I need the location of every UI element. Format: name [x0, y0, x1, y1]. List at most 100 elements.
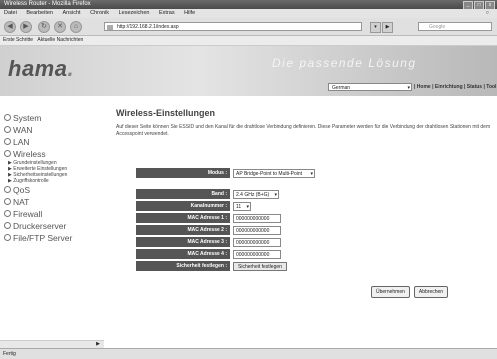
go-icon[interactable]: ▶	[382, 22, 393, 33]
sidebar-item-druckerserver[interactable]: Druckerserver	[4, 220, 104, 232]
window-title: Wireless Router - Mozilla Firefox	[4, 1, 91, 7]
menu-bar: Datei Bearbeiten Ansicht Chronik Lesezei…	[0, 9, 497, 18]
sidebar-item-label: QoS	[13, 185, 31, 195]
sidebar-item-fileftp[interactable]: File/FTP Server	[4, 232, 104, 244]
mode-value: AP Bridge-Point to Multi-Point	[236, 170, 303, 177]
menu-hilfe[interactable]: Hilfe	[184, 10, 195, 16]
window-titlebar: Wireless Router - Mozilla Firefox _ □ x	[0, 0, 497, 10]
logo-dot: .	[67, 56, 75, 81]
cancel-button[interactable]: Abbrechen	[413, 286, 449, 298]
mac1-input[interactable]: 000000000000	[233, 213, 281, 223]
navigation-toolbar: ◀ ▶ ↻ ✕ ⌂ http://192.168.2.1/index.asp ▾…	[0, 18, 497, 36]
menu-datei[interactable]: Datei	[4, 10, 17, 16]
page-title: Wireless-Einstellungen	[116, 108, 215, 118]
circle-icon	[4, 126, 11, 133]
page-description: Auf dieser Seite können Sie ESSID und de…	[116, 124, 491, 137]
form-row-mac1: MAC Adresse 1 : 000000000000	[136, 213, 315, 223]
bookmark-aktuelle-nachrichten[interactable]: Aktuelle Nachrichten	[37, 37, 83, 43]
chevron-down-icon: ▾	[407, 85, 410, 91]
apply-button[interactable]: Übernehmen	[371, 286, 410, 298]
circle-icon	[4, 150, 11, 157]
sidebar-item-lan[interactable]: LAN	[4, 136, 104, 148]
circle-icon	[4, 138, 11, 145]
circle-icon	[4, 186, 11, 193]
menu-extras[interactable]: Extras	[159, 10, 175, 16]
channel-select[interactable]: 11 ▾	[233, 201, 251, 211]
form-row-security: Sicherheit festlegen : Sicherheit festle…	[136, 261, 315, 271]
main-panel: Wireless-Einstellungen Auf dieser Seite …	[116, 108, 491, 138]
sidebar-item-qos[interactable]: QoS	[4, 184, 104, 196]
back-icon[interactable]: ◀	[4, 21, 16, 33]
channel-value: 11	[236, 203, 242, 210]
sidebar-item-label: System	[13, 113, 42, 123]
form-actions: Übernehmen Abbrechen	[371, 286, 449, 298]
chevron-down-icon: ▾	[246, 203, 249, 210]
menu-chronik[interactable]: Chronik	[90, 10, 109, 16]
circle-icon	[4, 234, 11, 241]
stop-icon[interactable]: ✕	[54, 21, 66, 33]
throbber-icon: ○	[485, 10, 489, 16]
form-row-mode: Modus : AP Bridge-Point to Multi-Point ▾	[136, 168, 315, 178]
language-select[interactable]: German ▾	[328, 83, 412, 91]
hama-logo: hama.	[8, 56, 74, 82]
reload-icon[interactable]: ↻	[38, 21, 50, 33]
band-value: 2.4 GHz (B+G)	[236, 191, 270, 198]
bookmark-erste-schritte[interactable]: Erste Schritte	[3, 37, 33, 43]
chevron-down-icon: ▾	[274, 191, 277, 198]
sidebar-item-nat[interactable]: NAT	[4, 196, 104, 208]
mac2-input[interactable]: 000000000000	[233, 225, 281, 235]
logo-text: hama	[8, 56, 68, 81]
forward-icon[interactable]: ▶	[20, 21, 32, 33]
mac1-label: MAC Adresse 1 :	[136, 213, 230, 223]
sidebar-item-system[interactable]: System	[4, 112, 104, 124]
circle-icon	[4, 210, 11, 217]
mac4-label: MAC Adresse 4 :	[136, 249, 230, 259]
sidebar-item-label: Wireless	[13, 149, 46, 159]
sidebar-menu: System WAN LAN Wireless ▶ Grundeinstellu…	[4, 112, 104, 244]
url-dropdown-icon[interactable]: ▾	[370, 22, 381, 33]
url-text: http://192.168.2.1/index.asp	[117, 24, 179, 30]
mac2-label: MAC Adresse 2 :	[136, 225, 230, 235]
security-label: Sicherheit festlegen :	[136, 261, 230, 271]
security-button[interactable]: Sicherheit festlegen	[233, 261, 287, 271]
chevron-down-icon: ▾	[310, 170, 313, 177]
language-value: German	[332, 85, 351, 91]
mac3-input[interactable]: 000000000000	[233, 237, 281, 247]
circle-icon	[4, 114, 11, 121]
channel-label: Kanalnummer :	[136, 201, 230, 211]
form-row-mac4: MAC Adresse 4 : 000000000000	[136, 249, 315, 259]
top-links[interactable]: | Home | Einrichtung | Status | Tool	[414, 83, 496, 91]
page-icon	[107, 25, 113, 30]
sidebar-item-wan[interactable]: WAN	[4, 124, 104, 136]
form-row-channel: Kanalnummer : 11 ▾	[136, 201, 315, 211]
band-select[interactable]: 2.4 GHz (B+G) ▾	[233, 189, 279, 199]
sidebar-item-firewall[interactable]: Firewall	[4, 208, 104, 220]
mac3-label: MAC Adresse 3 :	[136, 237, 230, 247]
sidebar-item-label: Druckerserver	[13, 221, 67, 231]
url-input[interactable]: http://192.168.2.1/index.asp	[104, 22, 362, 31]
circle-icon	[4, 222, 11, 229]
menu-lesezeichen[interactable]: Lesezeichen	[119, 10, 150, 16]
form-row-mac2: MAC Adresse 2 : 000000000000	[136, 225, 315, 235]
menu-ansicht[interactable]: Ansicht	[63, 10, 81, 16]
sidebar-item-wireless[interactable]: Wireless	[4, 148, 104, 160]
sidebar-item-label: Firewall	[13, 209, 43, 219]
status-bar: Fertig	[0, 348, 497, 359]
sidebar-item-label: File/FTP Server	[13, 233, 73, 243]
sidebar-item-label: NAT	[13, 197, 30, 207]
mode-label: Modus :	[136, 168, 230, 178]
form-row-band: Band : 2.4 GHz (B+G) ▾	[136, 189, 315, 199]
search-input[interactable]: Google	[418, 22, 492, 31]
band-label: Band :	[136, 189, 230, 199]
menu-bearbeiten[interactable]: Bearbeiten	[26, 10, 53, 16]
slogan: Die passende Lösung	[272, 56, 417, 70]
scroll-right-icon[interactable]: ▶	[96, 341, 100, 348]
circle-icon	[4, 198, 11, 205]
bookmarks-toolbar: Erste Schritte Aktuelle Nachrichten	[0, 36, 497, 46]
mode-select[interactable]: AP Bridge-Point to Multi-Point ▾	[233, 168, 315, 178]
mac4-input[interactable]: 000000000000	[233, 249, 281, 259]
page-header: hama. Die passende Lösung German ▾ | Hom…	[0, 46, 497, 96]
horizontal-scrollbar[interactable]: ▶	[0, 340, 104, 348]
home-icon[interactable]: ⌂	[70, 21, 82, 33]
page-content: hama. Die passende Lösung German ▾ | Hom…	[0, 46, 497, 348]
